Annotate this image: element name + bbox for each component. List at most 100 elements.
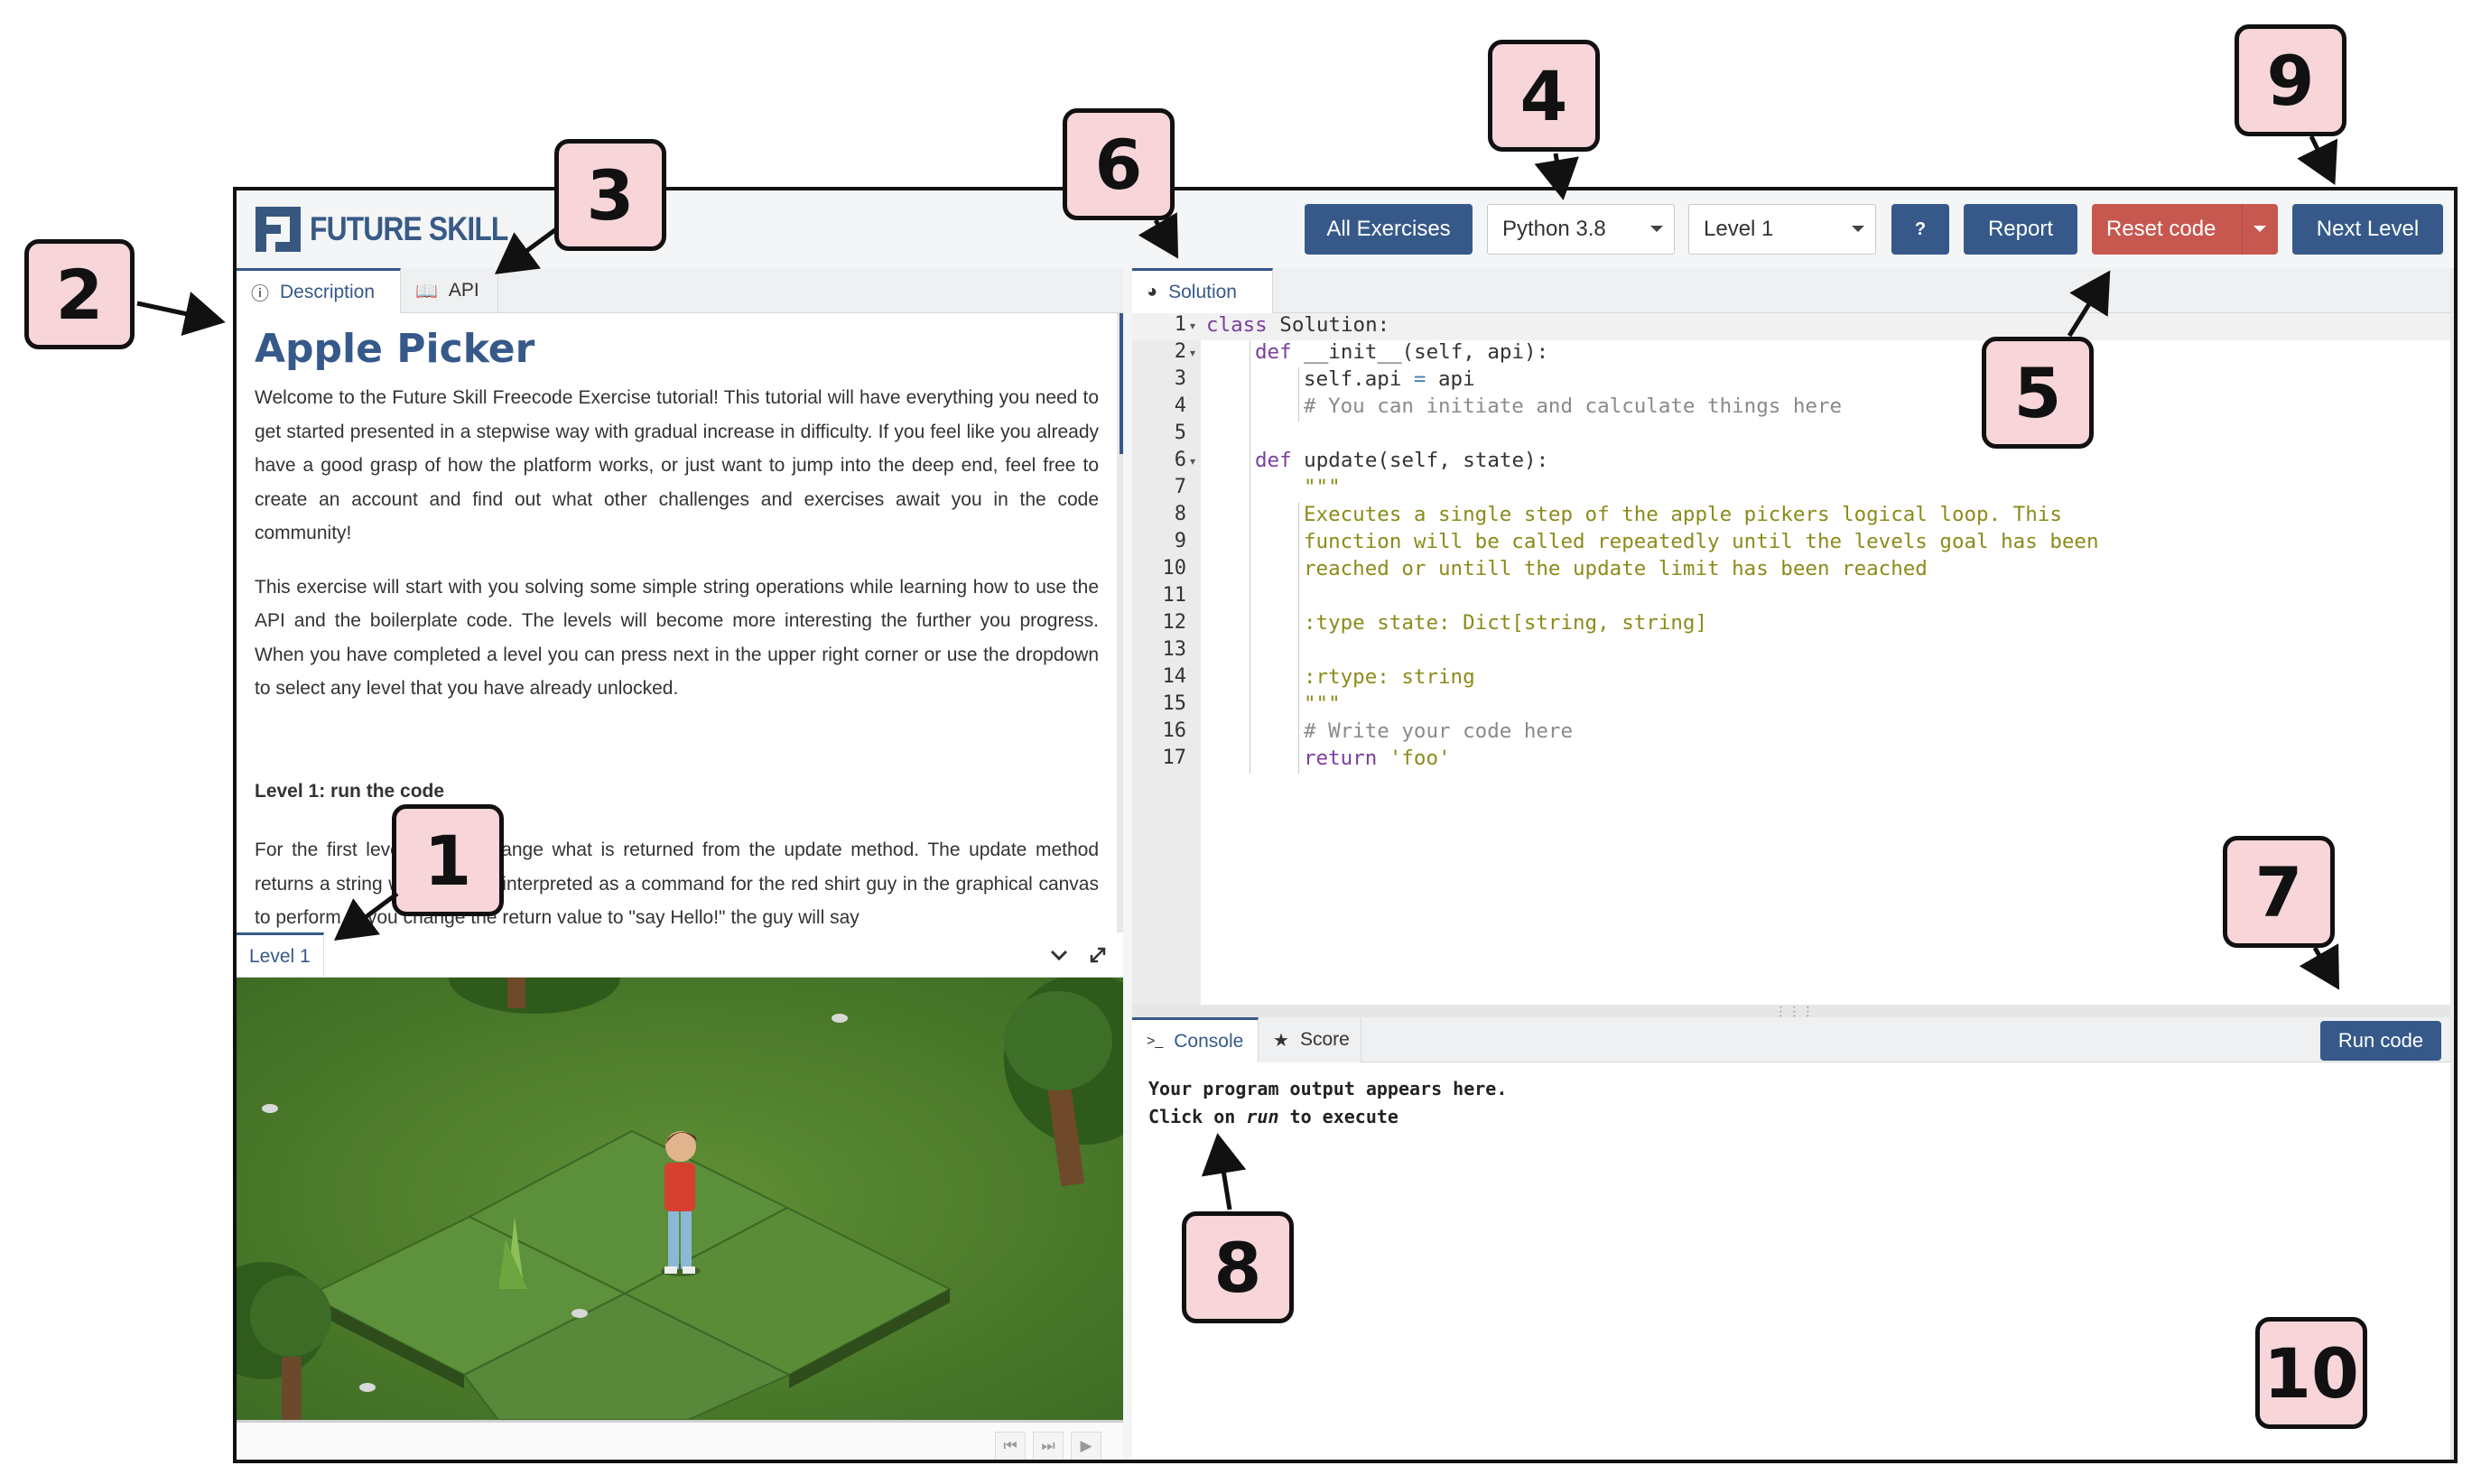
callout-2: 2 bbox=[24, 239, 135, 349]
exercise-paragraph: This exercise will start with you solvin… bbox=[255, 576, 1099, 700]
arrow-9 bbox=[2297, 134, 2338, 185]
arrow-4 bbox=[1534, 153, 1579, 200]
level-panel-header: Level 1 bbox=[237, 932, 1123, 978]
console-tabbar: >_ Console ★ Score Run code bbox=[1132, 1017, 2454, 1062]
code-line-16: # Write your code here bbox=[1304, 719, 1574, 743]
help-button[interactable]: ? bbox=[1891, 204, 1949, 255]
callout-4: 4 bbox=[1488, 40, 1600, 152]
gauge-icon: ◕ bbox=[1147, 282, 1158, 301]
description-panel: Apple Picker Welcome to the Future Skill… bbox=[237, 313, 1117, 932]
line-number: 16 bbox=[1162, 719, 1187, 742]
reset-code-label: Reset code bbox=[2106, 217, 2216, 241]
tab-description-label: Description bbox=[280, 281, 376, 302]
code-line-7: """ bbox=[1304, 476, 1341, 499]
right-scrollbar[interactable] bbox=[2450, 268, 2454, 1460]
intro-paragraph: Welcome to the Future Skill Freecode Exe… bbox=[255, 387, 1099, 543]
next-level-button[interactable]: Next Level bbox=[2292, 204, 2443, 255]
code-line-4: # You can initiate and calculate things … bbox=[1304, 394, 1843, 418]
line-number: 4 bbox=[1174, 394, 1186, 417]
chevron-down-icon bbox=[1852, 226, 1864, 232]
terminal-icon: >_ bbox=[1147, 1033, 1164, 1049]
callout-9: 9 bbox=[2235, 24, 2346, 136]
level-heading: Level 1: run the code bbox=[255, 780, 445, 802]
code-line-17: return 'foo' bbox=[1304, 747, 1451, 770]
language-value: Python 3.8 bbox=[1502, 217, 1606, 241]
logo-text: FUTURE SKILL bbox=[310, 210, 508, 247]
language-select[interactable]: Python 3.8 bbox=[1487, 204, 1675, 255]
callout-1: 1 bbox=[392, 804, 504, 916]
line-number: 12 bbox=[1162, 611, 1187, 634]
code-line-15: """ bbox=[1304, 692, 1341, 716]
fold-arrow-icon[interactable]: ▾ bbox=[1190, 320, 1195, 332]
code-line-10: reached or untill the update limit has b… bbox=[1304, 557, 1928, 580]
callout-8: 8 bbox=[1182, 1211, 1294, 1323]
all-exercises-button[interactable]: All Exercises bbox=[1305, 204, 1473, 255]
editor-tabbar: ◕ Solution bbox=[1132, 268, 2450, 313]
exercise-title: Apple Picker bbox=[255, 326, 535, 372]
game-canvas[interactable] bbox=[237, 978, 1123, 1420]
tab-api-label: API bbox=[448, 280, 479, 301]
callout-3: 3 bbox=[554, 139, 666, 251]
line-number: 14 bbox=[1162, 665, 1187, 688]
fold-arrow-icon[interactable]: ▾ bbox=[1190, 347, 1195, 359]
logo-mark-icon bbox=[256, 207, 301, 252]
line-number: 6 bbox=[1174, 449, 1186, 471]
description-tabbar: ⓘ Description 📖 API bbox=[237, 268, 1123, 313]
arrow-2 bbox=[136, 292, 226, 337]
tab-solution-label: Solution bbox=[1168, 281, 1237, 302]
code-line-9: function will be called repeatedly until… bbox=[1304, 530, 2099, 553]
callout-7: 7 bbox=[2223, 836, 2335, 948]
line-number: 11 bbox=[1162, 584, 1187, 607]
tab-api[interactable]: 📖 API bbox=[401, 268, 498, 313]
run-code-button[interactable]: Run code bbox=[2320, 1021, 2441, 1061]
level-select[interactable]: Level 1 bbox=[1688, 204, 1876, 255]
tab-level[interactable]: Level 1 bbox=[237, 932, 324, 978]
collapse-chevron-icon[interactable] bbox=[1049, 947, 1069, 963]
chevron-down-icon bbox=[1650, 226, 1663, 232]
report-button[interactable]: Report bbox=[1964, 204, 2077, 255]
line-number: 2 bbox=[1174, 340, 1186, 363]
horizontal-splitter[interactable]: ⋮⋮⋮ bbox=[1132, 1004, 2454, 1018]
expand-icon[interactable] bbox=[1087, 944, 1109, 966]
callout-10: 10 bbox=[2255, 1317, 2367, 1429]
console-line-1: Your program output appears here. bbox=[1148, 1078, 1508, 1099]
vertical-splitter[interactable] bbox=[1123, 268, 1132, 1460]
code-line-14: :rtype: string bbox=[1304, 665, 1475, 689]
step-icon[interactable]: ⏭ bbox=[1033, 1432, 1064, 1460]
game-scene bbox=[237, 978, 1123, 1420]
callout-6: 6 bbox=[1063, 108, 1175, 220]
line-number: 8 bbox=[1174, 503, 1186, 525]
skip-back-icon[interactable]: ⏮ bbox=[995, 1432, 1026, 1460]
code-line-2: def __init__(self, api): bbox=[1255, 340, 1549, 364]
tab-score-label: Score bbox=[1299, 1029, 1350, 1050]
app-window: FUTURE SKILL All Exercises Python 3.8 Le… bbox=[233, 187, 2458, 1463]
book-icon: 📖 bbox=[415, 281, 438, 301]
playback-controls: ⏮ ⏭ ▶ bbox=[237, 1420, 1123, 1460]
fold-arrow-icon[interactable]: ▾ bbox=[1190, 455, 1195, 468]
callout-5: 5 bbox=[1982, 337, 2094, 449]
future-skill-logo[interactable]: FUTURE SKILL bbox=[256, 206, 540, 253]
tab-score[interactable]: ★ Score bbox=[1259, 1017, 1361, 1062]
line-number: 13 bbox=[1162, 638, 1187, 661]
tab-solution[interactable]: ◕ Solution bbox=[1132, 268, 1273, 313]
star-icon: ★ bbox=[1273, 1030, 1289, 1051]
tab-console-label: Console bbox=[1174, 1030, 1244, 1052]
line-number: 1 bbox=[1174, 313, 1186, 336]
line-number: 7 bbox=[1174, 476, 1186, 498]
tab-description[interactable]: ⓘ Description bbox=[237, 268, 401, 313]
level-paragraph: For the first level, simply change what … bbox=[255, 839, 1099, 928]
reset-code-button[interactable]: Reset code bbox=[2092, 204, 2278, 255]
indent-guide bbox=[1298, 503, 1299, 774]
line-number: 15 bbox=[1162, 692, 1187, 715]
code-line-12: :type state: Dict[string, string] bbox=[1304, 611, 1708, 635]
console-line-2: Click on run to execute bbox=[1148, 1106, 1398, 1127]
line-number: 3 bbox=[1174, 367, 1186, 390]
line-number: 17 bbox=[1162, 747, 1187, 769]
code-line-3: self.api = api bbox=[1304, 367, 1475, 391]
chevron-down-icon bbox=[2253, 226, 2266, 232]
reset-dropdown-toggle[interactable] bbox=[2242, 204, 2278, 255]
tab-console[interactable]: >_ Console bbox=[1132, 1017, 1259, 1062]
line-number: 5 bbox=[1174, 422, 1186, 444]
info-circle-icon: ⓘ bbox=[251, 284, 269, 304]
play-icon[interactable]: ▶ bbox=[1071, 1432, 1101, 1460]
